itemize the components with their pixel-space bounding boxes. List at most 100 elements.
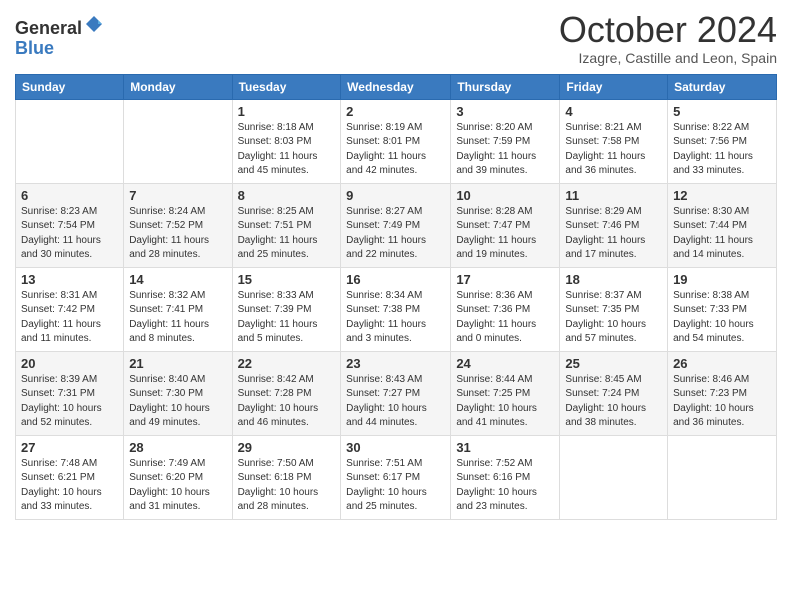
day-cell: 16 Sunrise: 8:34 AM Sunset: 7:38 PM Dayli… (341, 267, 451, 351)
day-number: 21 (129, 356, 226, 371)
day-cell: 13 Sunrise: 8:31 AM Sunset: 7:42 PM Dayli… (16, 267, 124, 351)
day-cell (668, 435, 777, 519)
logo-blue-text: Blue (15, 38, 54, 58)
day-info: Sunrise: 8:34 AM Sunset: 7:38 PM Dayligh… (346, 289, 445, 347)
week-row-2: 6Sunrise: 8:23 AM Sunset: 7:54 PM Daylig… (16, 183, 777, 267)
day-number: 13 (21, 272, 118, 287)
day-cell: 3 Sunrise: 8:20 AM Sunset: 7:59 PM Daylig… (451, 99, 560, 183)
day-number: 24 (456, 356, 554, 371)
day-cell: 1 Sunrise: 8:18 AM Sunset: 8:03 PM Daylig… (232, 99, 341, 183)
header: General Blue October 2024 Izagre, Castil… (15, 10, 777, 66)
day-number: 7 (129, 188, 226, 203)
day-number: 8 (238, 188, 336, 203)
day-number: 5 (673, 104, 771, 119)
day-info: Sunrise: 8:19 AM Sunset: 8:01 PM Dayligh… (346, 121, 445, 179)
day-cell: 27 Sunrise: 7:48 AM Sunset: 6:21 PM Dayli… (16, 435, 124, 519)
day-info: Sunrise: 8:33 AM Sunset: 7:39 PM Dayligh… (238, 289, 336, 347)
day-number: 30 (346, 440, 445, 455)
day-cell: 21 Sunrise: 8:40 AM Sunset: 7:30 PM Dayli… (124, 351, 232, 435)
day-cell: 7 Sunrise: 8:24 AM Sunset: 7:52 PM Daylig… (124, 183, 232, 267)
weekday-thursday: Thursday (451, 74, 560, 99)
day-cell: 28 Sunrise: 7:49 AM Sunset: 6:20 PM Dayli… (124, 435, 232, 519)
day-cell: 18Sunrise: 8:37 AM Sunset: 7:35 PM Dayli… (560, 267, 668, 351)
day-number: 17 (456, 272, 554, 287)
day-cell: 30 Sunrise: 7:51 AM Sunset: 6:17 PM Dayli… (341, 435, 451, 519)
week-row-4: 20Sunrise: 8:39 AM Sunset: 7:31 PM Dayli… (16, 351, 777, 435)
week-row-1: 1 Sunrise: 8:18 AM Sunset: 8:03 PM Daylig… (16, 99, 777, 183)
day-number: 25 (565, 356, 662, 371)
day-cell: 20Sunrise: 8:39 AM Sunset: 7:31 PM Dayli… (16, 351, 124, 435)
day-info: Sunrise: 8:25 AM Sunset: 7:51 PM Dayligh… (238, 205, 336, 263)
day-number: 15 (238, 272, 336, 287)
day-cell: 17 Sunrise: 8:36 AM Sunset: 7:36 PM Dayli… (451, 267, 560, 351)
calendar-table: SundayMondayTuesdayWednesdayThursdayFrid… (15, 74, 777, 520)
day-info: Sunrise: 8:31 AM Sunset: 7:42 PM Dayligh… (21, 289, 118, 347)
day-info: Sunrise: 8:30 AM Sunset: 7:44 PM Dayligh… (673, 205, 771, 263)
day-info: Sunrise: 8:29 AM Sunset: 7:46 PM Dayligh… (565, 205, 662, 263)
day-info: Sunrise: 7:50 AM Sunset: 6:18 PM Dayligh… (238, 457, 336, 515)
day-info: Sunrise: 8:27 AM Sunset: 7:49 PM Dayligh… (346, 205, 445, 263)
day-info: Sunrise: 7:49 AM Sunset: 6:20 PM Dayligh… (129, 457, 226, 515)
day-info: Sunrise: 8:40 AM Sunset: 7:30 PM Dayligh… (129, 373, 226, 431)
weekday-friday: Friday (560, 74, 668, 99)
day-number: 11 (565, 188, 662, 203)
day-info: Sunrise: 8:44 AM Sunset: 7:25 PM Dayligh… (456, 373, 554, 431)
day-cell: 22 Sunrise: 8:42 AM Sunset: 7:28 PM Dayli… (232, 351, 341, 435)
day-cell: 8 Sunrise: 8:25 AM Sunset: 7:51 PM Daylig… (232, 183, 341, 267)
day-cell (16, 99, 124, 183)
day-number: 3 (456, 104, 554, 119)
day-number: 16 (346, 272, 445, 287)
day-info: Sunrise: 8:45 AM Sunset: 7:24 PM Dayligh… (565, 373, 662, 431)
day-number: 28 (129, 440, 226, 455)
day-info: Sunrise: 8:39 AM Sunset: 7:31 PM Dayligh… (21, 373, 118, 431)
day-cell: 12 Sunrise: 8:30 AM Sunset: 7:44 PM Dayli… (668, 183, 777, 267)
day-info: Sunrise: 7:48 AM Sunset: 6:21 PM Dayligh… (21, 457, 118, 515)
day-cell: 5Sunrise: 8:22 AM Sunset: 7:56 PM Daylig… (668, 99, 777, 183)
day-cell (124, 99, 232, 183)
day-number: 10 (456, 188, 554, 203)
day-info: Sunrise: 8:36 AM Sunset: 7:36 PM Dayligh… (456, 289, 554, 347)
day-cell: 10 Sunrise: 8:28 AM Sunset: 7:47 PM Dayli… (451, 183, 560, 267)
day-info: Sunrise: 8:28 AM Sunset: 7:47 PM Dayligh… (456, 205, 554, 263)
weekday-sunday: Sunday (16, 74, 124, 99)
day-info: Sunrise: 8:32 AM Sunset: 7:41 PM Dayligh… (129, 289, 226, 347)
day-cell (560, 435, 668, 519)
logo-general-text: General (15, 18, 82, 38)
day-number: 31 (456, 440, 554, 455)
day-number: 1 (238, 104, 336, 119)
day-cell: 15 Sunrise: 8:33 AM Sunset: 7:39 PM Dayli… (232, 267, 341, 351)
day-number: 18 (565, 272, 662, 287)
day-info: Sunrise: 8:42 AM Sunset: 7:28 PM Dayligh… (238, 373, 336, 431)
day-number: 27 (21, 440, 118, 455)
week-row-5: 27 Sunrise: 7:48 AM Sunset: 6:21 PM Dayli… (16, 435, 777, 519)
day-number: 19 (673, 272, 771, 287)
day-number: 26 (673, 356, 771, 371)
day-number: 4 (565, 104, 662, 119)
day-info: Sunrise: 8:38 AM Sunset: 7:33 PM Dayligh… (673, 289, 771, 347)
day-cell: 24 Sunrise: 8:44 AM Sunset: 7:25 PM Dayli… (451, 351, 560, 435)
day-number: 14 (129, 272, 226, 287)
location-subtitle: Izagre, Castille and Leon, Spain (559, 50, 777, 66)
day-number: 9 (346, 188, 445, 203)
day-cell: 6Sunrise: 8:23 AM Sunset: 7:54 PM Daylig… (16, 183, 124, 267)
day-cell: 11 Sunrise: 8:29 AM Sunset: 7:46 PM Dayli… (560, 183, 668, 267)
day-cell: 14 Sunrise: 8:32 AM Sunset: 7:41 PM Dayli… (124, 267, 232, 351)
weekday-header-row: SundayMondayTuesdayWednesdayThursdayFrid… (16, 74, 777, 99)
calendar-body: 1 Sunrise: 8:18 AM Sunset: 8:03 PM Daylig… (16, 99, 777, 519)
day-number: 6 (21, 188, 118, 203)
day-info: Sunrise: 8:24 AM Sunset: 7:52 PM Dayligh… (129, 205, 226, 263)
day-info: Sunrise: 8:18 AM Sunset: 8:03 PM Dayligh… (238, 121, 336, 179)
day-number: 12 (673, 188, 771, 203)
day-cell: 9 Sunrise: 8:27 AM Sunset: 7:49 PM Daylig… (341, 183, 451, 267)
day-cell: 31 Sunrise: 7:52 AM Sunset: 6:16 PM Dayli… (451, 435, 560, 519)
day-cell: 25 Sunrise: 8:45 AM Sunset: 7:24 PM Dayli… (560, 351, 668, 435)
day-number: 22 (238, 356, 336, 371)
weekday-monday: Monday (124, 74, 232, 99)
day-info: Sunrise: 8:20 AM Sunset: 7:59 PM Dayligh… (456, 121, 554, 179)
day-info: Sunrise: 7:52 AM Sunset: 6:16 PM Dayligh… (456, 457, 554, 515)
day-info: Sunrise: 7:51 AM Sunset: 6:17 PM Dayligh… (346, 457, 445, 515)
logo-icon (84, 14, 104, 34)
title-block: October 2024 Izagre, Castille and Leon, … (559, 10, 777, 66)
month-title: October 2024 (559, 10, 777, 50)
day-cell: 26Sunrise: 8:46 AM Sunset: 7:23 PM Dayli… (668, 351, 777, 435)
